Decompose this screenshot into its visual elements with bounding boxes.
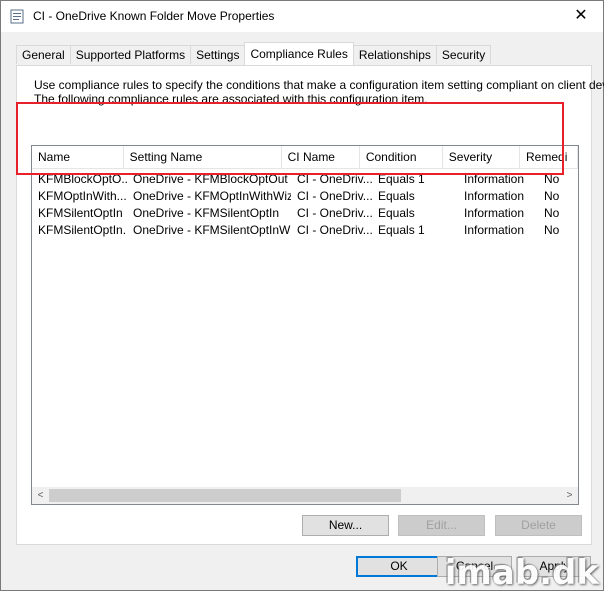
compliance-rules-panel: Use compliance rules to specify the cond… (16, 65, 604, 545)
column-header-condition[interactable]: Condition (360, 146, 443, 168)
cell-remediate: No (544, 189, 560, 203)
edit-button[interactable]: Edit... (398, 515, 485, 536)
properties-icon (10, 9, 24, 24)
cell-setting-name: OneDrive - KFMSilentOptIn (133, 206, 280, 220)
cell-severity: Information (464, 189, 525, 203)
panel-description: Use compliance rules to specify the cond… (34, 78, 604, 106)
table-row[interactable]: KFMSilentOptIn ... OneDrive - KFMSilentO… (32, 205, 578, 222)
column-header-remediate[interactable]: Remedi (520, 146, 578, 168)
watermark-logo: imab.dk (444, 553, 599, 593)
window-title: CI - OneDrive Known Folder Move Properti… (33, 9, 275, 23)
tab-settings[interactable]: Settings (190, 45, 246, 64)
cell-condition: Equals (378, 206, 415, 220)
tab-supported-platforms[interactable]: Supported Platforms (69, 45, 192, 64)
close-icon[interactable]: ✕ (567, 5, 595, 27)
tab-strip: General Supported Platforms Settings Com… (16, 42, 492, 65)
cell-name: KFMBlockOptO... (38, 172, 127, 186)
cell-ci-name: CI - OneDriv... (297, 172, 372, 186)
compliance-rules-list[interactable]: Name Setting Name CI Name Condition Seve… (31, 145, 579, 505)
scroll-thumb[interactable] (49, 489, 401, 502)
scroll-left-icon[interactable]: < (32, 487, 49, 504)
delete-button[interactable]: Delete (495, 515, 582, 536)
cell-ci-name: CI - OneDriv... (297, 189, 372, 203)
horizontal-scrollbar[interactable]: < > (32, 487, 578, 504)
tab-relationships[interactable]: Relationships (352, 45, 437, 64)
cell-ci-name: CI - OneDriv... (297, 206, 372, 220)
column-header-name[interactable]: Name (32, 146, 124, 168)
table-row[interactable]: KFMOptInWith... OneDrive - KFMOptInWithW… (32, 188, 578, 205)
properties-dialog: CI - OneDrive Known Folder Move Properti… (0, 0, 604, 593)
column-header-setting-name[interactable]: Setting Name (124, 146, 282, 168)
column-header-ci-name[interactable]: CI Name (282, 146, 360, 168)
new-button[interactable]: New... (302, 515, 389, 536)
cell-condition: Equals 1 (378, 172, 425, 186)
description-line-1: Use compliance rules to specify the cond… (34, 78, 604, 92)
cell-name: KFMSilentOptIn ... (38, 206, 127, 220)
title-bar: CI - OneDrive Known Folder Move Properti… (1, 1, 603, 32)
tab-general[interactable]: General (16, 45, 71, 64)
cell-remediate: No (544, 172, 560, 186)
table-row[interactable]: KFMSilentOptIn... OneDrive - KFMSilentOp… (32, 222, 578, 239)
cell-ci-name: CI - OneDriv... (297, 223, 372, 237)
table-row[interactable]: KFMBlockOptO... OneDrive - KFMBlockOptOu… (32, 171, 578, 188)
tab-compliance-rules[interactable]: Compliance Rules (244, 42, 354, 65)
description-line-2: The following compliance rules are assoc… (34, 92, 428, 106)
ok-button[interactable]: OK (356, 556, 442, 577)
cell-setting-name: OneDrive - KFMOptInWithWiz (133, 189, 291, 203)
cell-remediate: No (544, 223, 560, 237)
cell-condition: Equals 1 (378, 223, 425, 237)
column-header-severity[interactable]: Severity (443, 146, 521, 168)
cell-setting-name: OneDrive - KFMBlockOptOut (133, 172, 288, 186)
cell-name: KFMOptInWith... (38, 189, 127, 203)
list-rows: KFMBlockOptO... OneDrive - KFMBlockOptOu… (32, 171, 578, 239)
cell-severity: Information (464, 206, 525, 220)
tab-security[interactable]: Security (435, 45, 492, 64)
cell-setting-name: OneDrive - KFMSilentOptInWi... (133, 223, 291, 237)
cell-remediate: No (544, 206, 560, 220)
cell-severity: Information (464, 172, 525, 186)
cell-severity: Information (464, 223, 525, 237)
cell-name: KFMSilentOptIn... (38, 223, 127, 237)
scroll-right-icon[interactable]: > (561, 487, 578, 504)
list-header: Name Setting Name CI Name Condition Seve… (32, 146, 578, 169)
cell-condition: Equals (378, 189, 415, 203)
